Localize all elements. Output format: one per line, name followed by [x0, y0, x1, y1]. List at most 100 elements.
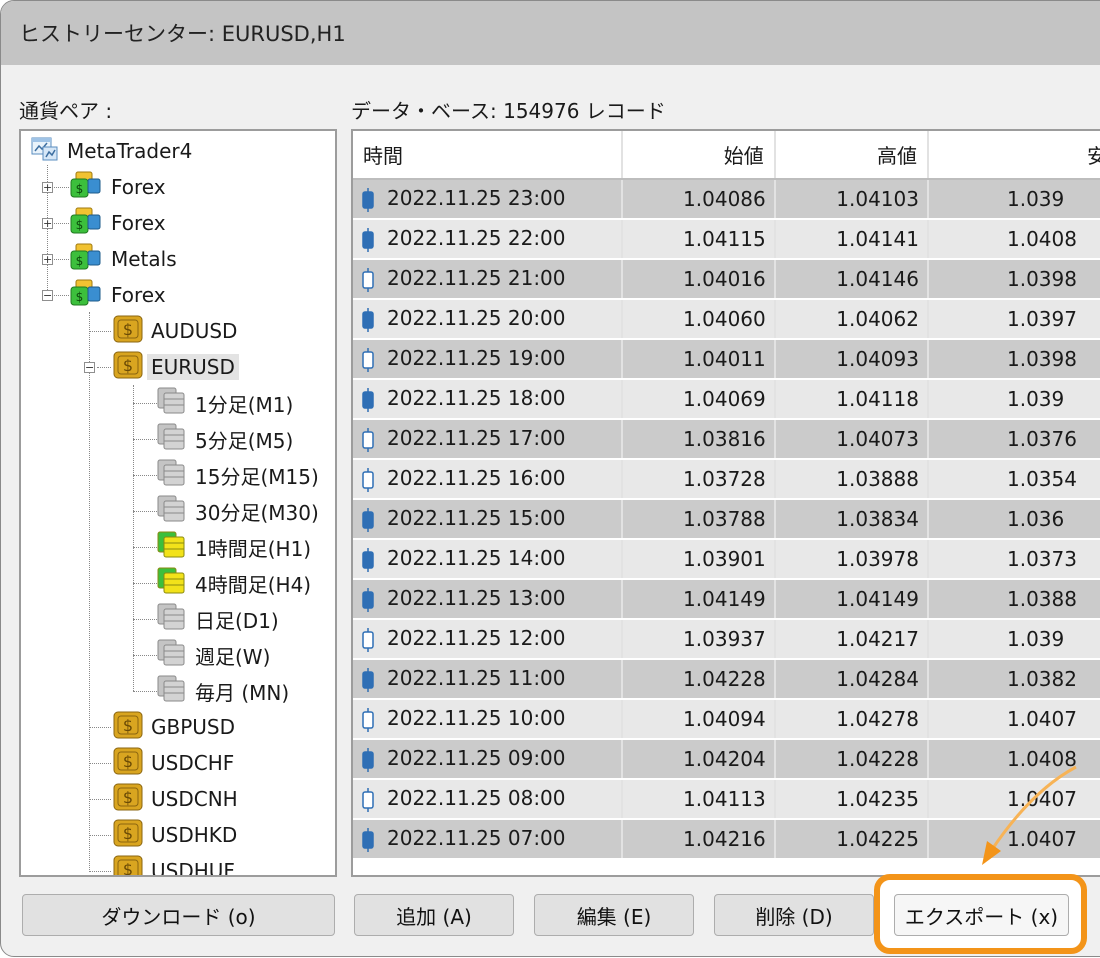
tree-group-1[interactable]: $ Forex [69, 206, 166, 240]
table-row[interactable]: 2022.11.25 21:00 1.04016 1.04146 1.0398 [353, 259, 1100, 300]
tree-symbol-usdcnh-label: USDCNH [151, 787, 238, 811]
pairs-label: 通貨ペア : [19, 99, 113, 123]
tree-timeframe-6[interactable]: 日足(D1) [155, 602, 279, 636]
expand-toggle[interactable]: − [42, 290, 53, 301]
tree-root[interactable]: MetaTrader4 [31, 134, 192, 168]
tree-connector-line [133, 655, 157, 656]
svg-text:$: $ [76, 254, 84, 268]
low-value: 1.0388 [1007, 587, 1077, 611]
tree-symbol-eurusd[interactable]: $ EURUSD [113, 350, 239, 384]
cell-open: 1.03816 [621, 419, 776, 460]
cell-time: 2022.11.25 08:00 [353, 779, 623, 820]
svg-text:$: $ [76, 290, 84, 304]
tree-timeframe-0-label: 1分足(M1) [195, 392, 294, 417]
low-value: 1.0376 [1007, 427, 1077, 451]
tree-timeframe-2[interactable]: 15分足(M15) [155, 458, 319, 492]
time-value: 2022.11.25 07:00 [387, 826, 566, 851]
tree-timeframe-4[interactable]: 1時間足(H1) [155, 530, 311, 564]
cell-low: 1.039 [927, 379, 1100, 420]
symbol-coin-icon: $ [113, 350, 143, 385]
low-value: 1.039 [1007, 187, 1065, 211]
tree-group-3[interactable]: $ Forex [69, 278, 166, 312]
cell-low: 1.0397 [927, 299, 1100, 340]
tree-connector-line [89, 727, 111, 728]
candle-icon [362, 547, 374, 572]
table-row[interactable]: 2022.11.25 19:00 1.04011 1.04093 1.0398 [353, 339, 1100, 380]
export-button[interactable]: エクスポート (x) [894, 894, 1069, 936]
col-header-open[interactable]: 始値 [621, 131, 776, 180]
low-value: 1.0397 [1007, 307, 1077, 331]
cell-time: 2022.11.25 15:00 [353, 499, 623, 540]
cell-open: 1.04204 [621, 739, 776, 780]
symbol-coin-icon: $ [113, 314, 143, 349]
cell-time: 2022.11.25 07:00 [353, 819, 623, 860]
expand-toggle[interactable]: + [42, 254, 53, 265]
svg-text:$: $ [76, 218, 84, 232]
tree-timeframe-5[interactable]: 4時間足(H4) [155, 566, 311, 600]
tree-symbol-usdcnh[interactable]: $ USDCNH [113, 782, 238, 816]
tree-timeframe-0[interactable]: 1分足(M1) [155, 386, 293, 420]
folder-icon: $ [69, 278, 103, 313]
table-row[interactable]: 2022.11.25 13:00 1.04149 1.04149 1.0388 [353, 579, 1100, 620]
metatrader-icon [31, 135, 59, 168]
symbol-tree[interactable]: MetaTrader4 + $ Forex + $ Forex + $ Metals − $ Forex… [19, 129, 337, 877]
table-row[interactable]: 2022.11.25 18:00 1.04069 1.04118 1.039 [353, 379, 1100, 420]
tree-timeframe-3[interactable]: 30分足(M30) [155, 494, 319, 528]
table-row[interactable]: 2022.11.25 20:00 1.04060 1.04062 1.0397 [353, 299, 1100, 340]
tree-symbol-usdhuf[interactable]: $ USDHUF [113, 854, 235, 878]
candle-icon [362, 467, 374, 492]
col-header-time[interactable]: 時間 [353, 131, 623, 180]
tree-timeframe-7-label: 週足(W) [195, 644, 271, 669]
cell-high: 1.04093 [774, 339, 929, 380]
tree-symbol-gbpusd[interactable]: $ GBPUSD [113, 710, 235, 744]
time-value: 2022.11.25 09:00 [387, 746, 566, 771]
cell-low: 1.0376 [927, 419, 1100, 460]
tree-group-2[interactable]: $ Metals [69, 242, 177, 276]
table-row[interactable]: 2022.11.25 12:00 1.03937 1.04217 1.039 [353, 619, 1100, 660]
delete-button[interactable]: 削除 (D) [714, 894, 874, 936]
tree-symbol-usdhuf-label: USDHUF [151, 859, 235, 877]
tree-symbol-audusd-label: AUDUSD [151, 319, 238, 343]
edit-button[interactable]: 編集 (E) [534, 894, 694, 936]
tree-connector-line [133, 475, 157, 476]
svg-text:$: $ [76, 182, 84, 196]
download-button[interactable]: ダウンロード (o) [22, 894, 335, 936]
table-row[interactable]: 2022.11.25 15:00 1.03788 1.03834 1.036 [353, 499, 1100, 540]
tree-timeframe-8[interactable]: 毎月 (MN) [155, 674, 289, 708]
cell-low: 1.0354 [927, 459, 1100, 500]
collapse-toggle[interactable]: − [84, 362, 95, 373]
cell-open: 1.04094 [621, 699, 776, 740]
tree-group-0[interactable]: $ Forex [69, 170, 166, 204]
table-row[interactable]: 2022.11.25 10:00 1.04094 1.04278 1.0407 [353, 699, 1100, 740]
tree-connector-line [133, 511, 157, 512]
time-value: 2022.11.25 14:00 [387, 546, 566, 571]
svg-text:$: $ [123, 860, 133, 878]
candle-icon [362, 787, 374, 812]
table-row[interactable]: 2022.11.25 16:00 1.03728 1.03888 1.0354 [353, 459, 1100, 500]
candle-icon [362, 307, 374, 332]
tree-group-0-label: Forex [111, 175, 166, 199]
table-row[interactable]: 2022.11.25 22:00 1.04115 1.04141 1.0408 [353, 219, 1100, 260]
expand-toggle[interactable]: + [42, 218, 53, 229]
expand-toggle[interactable]: + [42, 182, 53, 193]
cell-high: 1.04149 [774, 579, 929, 620]
col-header-high[interactable]: 高値 [774, 131, 929, 180]
tree-symbol-audusd[interactable]: $ AUDUSD [113, 314, 237, 348]
timeframe-db-icon [155, 673, 187, 710]
table-row[interactable]: 2022.11.25 14:00 1.03901 1.03978 1.0373 [353, 539, 1100, 580]
add-button[interactable]: 追加 (A) [354, 894, 514, 936]
tree-connector-line [133, 385, 134, 691]
tree-symbol-usdchf[interactable]: $ USDCHF [113, 746, 234, 780]
table-row[interactable]: 2022.11.25 11:00 1.04228 1.04284 1.0382 [353, 659, 1100, 700]
folder-icon: $ [69, 170, 103, 205]
cell-high: 1.03978 [774, 539, 929, 580]
low-value: 1.0354 [1007, 467, 1077, 491]
low-value: 1.0398 [1007, 267, 1077, 291]
table-row[interactable]: 2022.11.25 17:00 1.03816 1.04073 1.0376 [353, 419, 1100, 460]
tree-timeframe-7[interactable]: 週足(W) [155, 638, 270, 672]
table-row[interactable]: 2022.11.25 23:00 1.04086 1.04103 1.039 [353, 179, 1100, 220]
tree-group-3-label: Forex [111, 283, 166, 307]
tree-timeframe-1[interactable]: 5分足(M5) [155, 422, 293, 456]
col-header-low[interactable]: 安値 [927, 131, 1100, 180]
tree-symbol-usdhkd[interactable]: $ USDHKD [113, 818, 237, 852]
